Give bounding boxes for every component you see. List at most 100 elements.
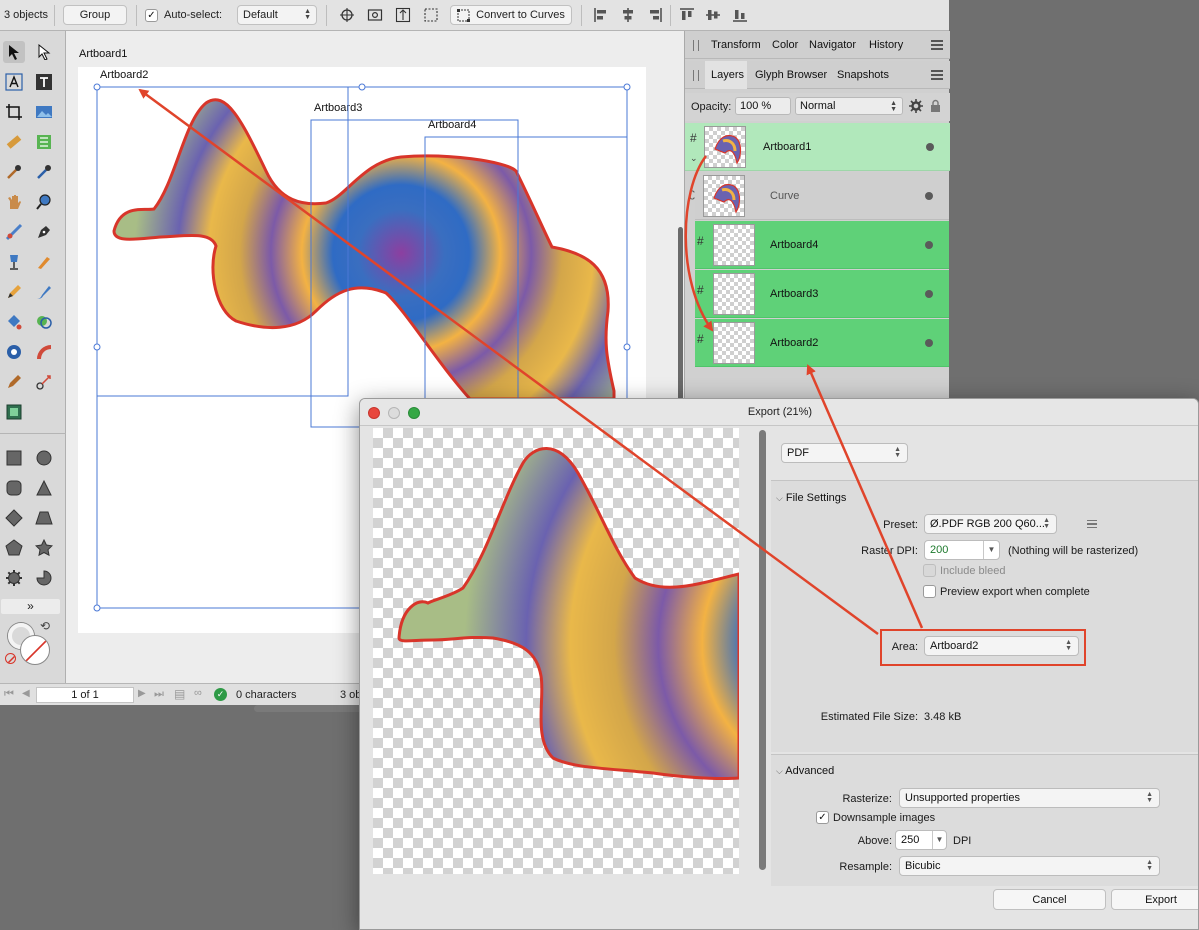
panel-grip-icon[interactable] [693,40,699,51]
tab-layers[interactable]: Layers [711,69,744,81]
visibility-dot-icon[interactable] [925,290,933,298]
layer-row-artboard1[interactable]: # ⌄ Artboard1 [685,123,950,171]
align-bottom-icon[interactable] [729,5,751,25]
more-tools-chevron-icon[interactable]: » [1,599,60,614]
cog-shape-tool-icon[interactable] [3,567,25,589]
fill-tool-icon[interactable] [3,251,25,273]
next-page-icon[interactable]: ▶ [138,688,146,699]
panel-menu-icon[interactable] [931,40,943,50]
shape-builder-tool-icon[interactable] [33,311,55,333]
preview-export-checkbox[interactable] [923,585,936,598]
stroke-color-swatch[interactable] [20,635,50,665]
color-picker-tool-icon[interactable] [3,161,25,183]
pen-tool-icon[interactable] [33,221,55,243]
align-right-icon[interactable] [644,5,666,25]
pie-tool-icon[interactable] [33,567,55,589]
vector-flood-fill-tool-icon[interactable] [3,311,25,333]
pencil-tool-icon[interactable] [3,281,25,303]
group-button[interactable]: Group [63,5,127,25]
star-tool-icon[interactable] [33,537,55,559]
layer-row-artboard4[interactable]: # Artboard4 [695,221,949,269]
polygon-tool-icon[interactable] [3,537,25,559]
align-left-icon[interactable] [590,5,612,25]
paint-brush-tool-icon[interactable] [33,281,55,303]
diamond-tool-icon[interactable] [3,507,25,529]
place-image-tool-icon[interactable] [33,101,55,123]
prev-page-icon[interactable]: ◀ [22,688,30,699]
downsample-checkbox[interactable]: ✓ [816,811,829,824]
preset-dropdown[interactable]: Ø.PDF RGB 200 Q60... ▲ ▼ [924,514,1057,534]
area-tool-icon[interactable] [33,131,55,153]
layer-row-curve[interactable]: ʗ Curve [689,172,949,220]
blend-mode-dropdown[interactable]: Normal ▲ ▼ [795,97,903,115]
opacity-field[interactable]: 100 % [735,97,791,115]
page-icon[interactable]: ▤ [174,687,185,701]
resample-dropdown[interactable]: Bicubic ▲ ▼ [899,856,1160,876]
view-mode-icon[interactable] [364,5,386,25]
view-tool-icon[interactable] [3,191,25,213]
preview-scrollbar[interactable] [759,430,766,870]
swap-colors-icon[interactable]: ⟲ [40,619,50,633]
brush-tool-icon[interactable] [33,251,55,273]
tab-navigator[interactable]: Navigator [809,39,856,51]
link-icon[interactable]: ∞ [194,687,202,699]
align-middle-icon[interactable] [702,5,724,25]
tab-color[interactable]: Color [772,39,798,51]
rounded-rectangle-tool-icon[interactable] [3,477,25,499]
include-bleed-checkbox[interactable] [923,564,936,577]
align-center-icon[interactable] [617,5,639,25]
export-button[interactable]: Export [1111,889,1198,910]
transparency-tool-icon[interactable] [3,341,25,363]
tab-history[interactable]: History [869,39,903,51]
no-color-icon[interactable] [5,653,16,664]
preflight-ok-icon[interactable]: ✓ [214,688,227,701]
point-transform-tool-icon[interactable] [33,371,55,393]
chevron-down-icon[interactable]: ⌄ [690,153,698,164]
align-top-icon[interactable] [676,5,698,25]
transform-origin-icon[interactable] [392,5,414,25]
selection-box-icon[interactable] [420,5,442,25]
lock-icon[interactable] [930,99,941,116]
visibility-dot-icon[interactable] [925,192,933,200]
style-picker-tool-icon[interactable] [33,161,55,183]
page-indicator[interactable]: 1 of 1 [36,687,134,703]
gradient-curve-shape[interactable] [112,98,616,401]
preset-menu-icon[interactable] [1087,520,1097,528]
auto-select-checkbox[interactable]: ✓ [145,9,158,22]
tab-glyph-browser[interactable]: Glyph Browser [755,69,827,81]
raster-dpi-combo[interactable]: 200 ▼ [924,540,1000,560]
rasterize-dropdown[interactable]: Unsupported properties ▲ ▼ [899,788,1160,808]
move-tool-icon[interactable] [3,41,25,63]
corner-tool-icon[interactable] [3,221,25,243]
chevron-down-icon[interactable]: ▼ [932,831,946,849]
pencil-edit-tool-icon[interactable] [3,371,25,393]
auto-select-dropdown[interactable]: Default ▲ ▼ [237,5,317,25]
advanced-header[interactable]: ⌵ Advanced [776,765,834,777]
panel-grip-icon[interactable] [693,70,699,81]
panel-menu-icon[interactable] [931,70,943,80]
first-page-icon[interactable]: ⏮ [4,688,14,701]
gear-icon[interactable] [909,99,923,116]
artistic-text-tool-icon[interactable] [3,71,25,93]
ellipse-tool-icon[interactable] [33,447,55,469]
measure-tool-icon[interactable] [3,131,25,153]
tab-snapshots[interactable]: Snapshots [837,69,889,81]
layer-row-artboard3[interactable]: # Artboard3 [695,270,949,318]
chevron-down-icon[interactable]: ▼ [983,541,999,559]
frame-text-tool-icon[interactable] [33,71,55,93]
gradient-tool-icon[interactable] [33,341,55,363]
cancel-button[interactable]: Cancel [993,889,1106,910]
tab-transform[interactable]: Transform [711,39,761,51]
rectangle-tool-icon[interactable] [3,447,25,469]
file-settings-header[interactable]: ⌵ File Settings [776,492,846,504]
node-tool-icon[interactable] [33,41,55,63]
above-dpi-combo[interactable]: 250 ▼ [895,830,947,850]
slice-tool-icon[interactable] [3,401,25,423]
crop-tool-icon[interactable] [3,101,25,123]
export-format-dropdown[interactable]: PDF ▲ ▼ [781,443,908,463]
layer-row-artboard2[interactable]: # Artboard2 [695,319,949,367]
trapezoid-tool-icon[interactable] [33,507,55,529]
visibility-dot-icon[interactable] [925,339,933,347]
snapping-icon[interactable] [336,5,358,25]
last-page-icon[interactable]: ⏭ [154,688,164,701]
